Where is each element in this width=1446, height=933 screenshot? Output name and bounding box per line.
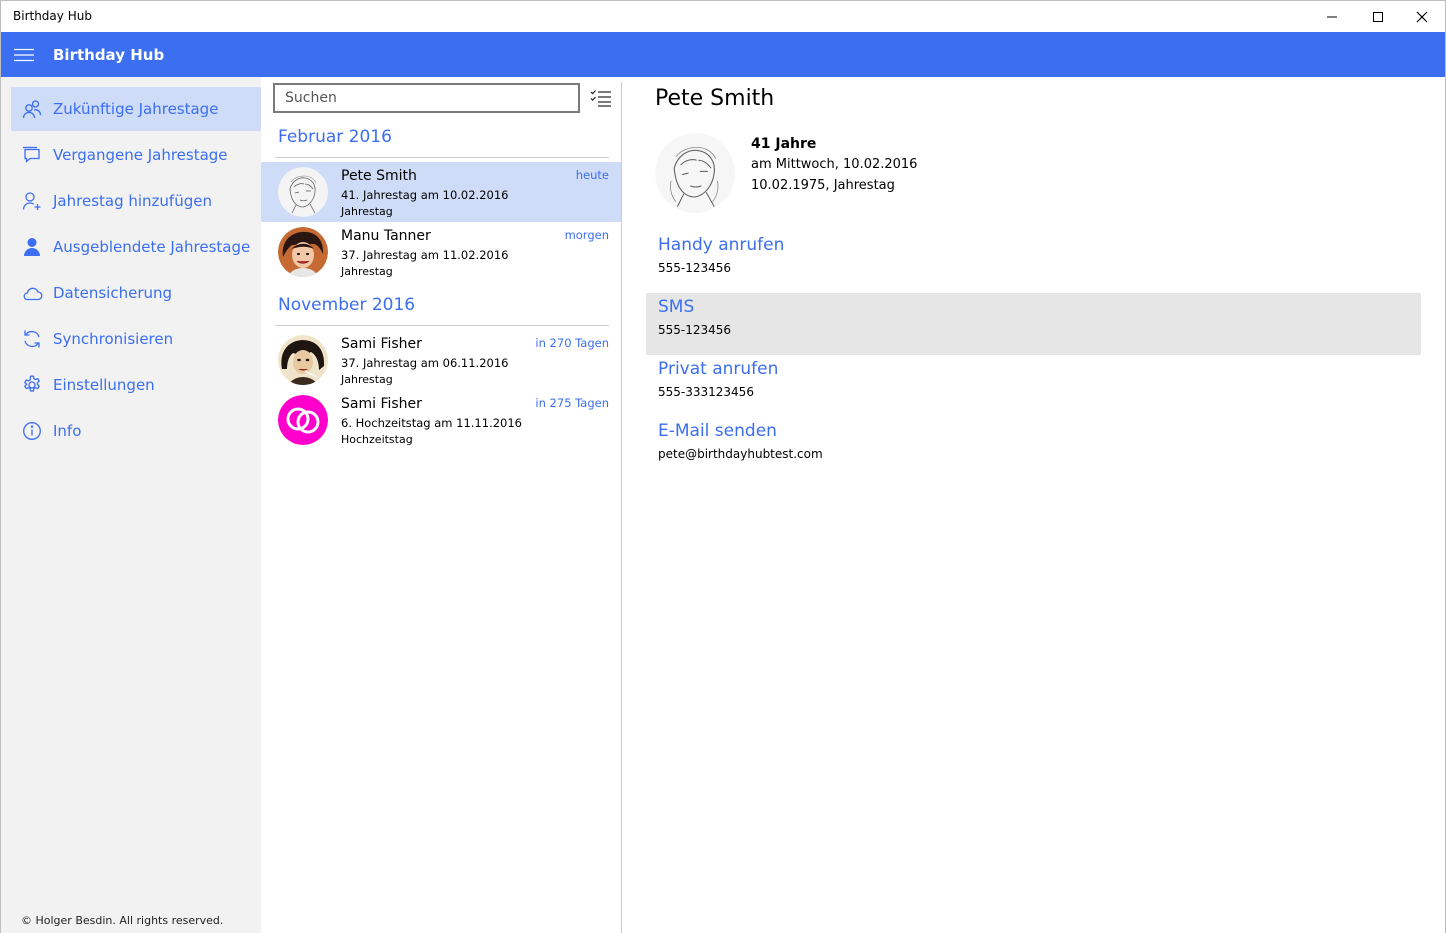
anniversary-type: Jahrestag	[341, 265, 393, 278]
contact-name: Pete Smith	[341, 168, 417, 184]
list-item[interactable]: Sami Fisher 37. Jahrestag am 06.11.2016 …	[261, 330, 621, 390]
send-email-action[interactable]: E-Mail senden pete@birthdayhubtest.com	[646, 417, 1421, 479]
close-button[interactable]	[1399, 1, 1445, 32]
copyright-text: © Holger Besdin. All rights reserved.	[21, 914, 224, 927]
gear-icon	[11, 375, 53, 395]
group-divider	[275, 325, 609, 326]
sync-icon	[11, 329, 53, 349]
anniversary-type: Hochzeitstag	[341, 433, 413, 446]
contact-name: Sami Fisher	[341, 336, 422, 352]
nav-item-label: Synchronisieren	[53, 330, 174, 348]
relative-date: morgen	[564, 228, 609, 242]
avatar	[278, 167, 328, 217]
anniversary-list-pane: Februar 2016 Pete Smith 41. Jahrestag am…	[261, 77, 621, 933]
navigation-pane: Zukünftige Jahrestage Vergangene Jahrest…	[1, 77, 261, 933]
action-value: 555-123456	[658, 261, 732, 275]
person-filled-icon	[11, 237, 53, 257]
nav-item-label: Einstellungen	[53, 376, 155, 394]
minimize-icon	[1327, 16, 1337, 17]
detail-avatar	[655, 133, 735, 213]
call-home-action[interactable]: Privat anrufen 555-333123456	[646, 355, 1421, 417]
relative-date: in 270 Tagen	[535, 336, 609, 350]
nav-item-info[interactable]: Info	[11, 409, 261, 453]
relative-date: in 275 Tagen	[535, 396, 609, 410]
nav-item-upcoming[interactable]: Zukünftige Jahrestage	[11, 87, 261, 131]
nav-item-label: Jahrestag hinzufügen	[53, 192, 212, 210]
list-item[interactable]: Sami Fisher 6. Hochzeitstag am 11.11.201…	[261, 390, 621, 450]
nav-item-settings[interactable]: Einstellungen	[11, 363, 261, 407]
add-person-icon	[11, 191, 53, 211]
window-titlebar: Birthday Hub	[0, 0, 1446, 32]
nav-item-add[interactable]: Jahrestag hinzufügen	[11, 179, 261, 223]
action-value: pete@birthdayhubtest.com	[658, 447, 823, 461]
sms-action[interactable]: SMS 555-123456	[646, 293, 1421, 355]
cloud-icon	[11, 284, 53, 302]
action-value: 555-123456	[658, 323, 732, 337]
anniversary-line: 6. Hochzeitstag am 11.11.2016	[341, 416, 522, 430]
chat-icon	[11, 145, 53, 165]
nav-item-label: Datensicherung	[53, 284, 173, 302]
call-mobile-action[interactable]: Handy anrufen 555-123456	[646, 231, 1421, 293]
maximize-icon	[1373, 11, 1383, 22]
window-title: Birthday Hub	[13, 9, 92, 23]
anniversary-type: Jahrestag	[341, 373, 393, 386]
group-divider	[275, 157, 609, 158]
group-header: November 2016	[278, 295, 416, 315]
anniversary-line: 37. Jahrestag am 11.02.2016	[341, 248, 509, 262]
nav-item-label: Ausgeblendete Jahrestage	[53, 238, 251, 256]
group-header: Februar 2016	[278, 127, 392, 147]
weekday-date: am Mittwoch, 10.02.2016	[751, 157, 918, 172]
nav-item-label: Info	[53, 422, 82, 440]
action-value: 555-333123456	[658, 385, 754, 399]
anniversary-line: 37. Jahrestag am 06.11.2016	[341, 356, 509, 370]
hamburger-menu-button[interactable]	[1, 32, 47, 77]
avatar	[278, 227, 328, 277]
list-item[interactable]: Pete Smith 41. Jahrestag am 10.02.2016 J…	[261, 162, 621, 222]
wedding-rings-icon	[278, 395, 328, 445]
avatar	[278, 335, 328, 385]
nav-item-hidden[interactable]: Ausgeblendete Jahrestage	[11, 225, 261, 269]
nav-item-sync[interactable]: Synchronisieren	[11, 317, 261, 361]
search-input[interactable]	[273, 83, 580, 113]
hamburger-icon	[14, 48, 34, 61]
anniversary-line: 41. Jahrestag am 10.02.2016	[341, 188, 509, 202]
detail-pane: Pete Smith 41 Jahre am Mittwoch, 10.02.2…	[622, 77, 1445, 933]
action-label: Handy anrufen	[658, 235, 785, 255]
contact-name: Sami Fisher	[341, 396, 422, 412]
action-label: Privat anrufen	[658, 359, 779, 379]
nav-item-past[interactable]: Vergangene Jahrestage	[11, 133, 261, 177]
relative-date: heute	[575, 168, 609, 182]
maximize-button[interactable]	[1355, 1, 1401, 32]
checklist-icon	[590, 90, 611, 107]
origin-date: 10.02.1975, Jahrestag	[751, 178, 895, 193]
app-title: Birthday Hub	[53, 46, 165, 64]
age-label: 41 Jahre	[751, 136, 817, 152]
app-header: Birthday Hub	[1, 32, 1445, 77]
close-icon	[1416, 11, 1428, 22]
info-icon	[11, 421, 53, 441]
nav-item-backup[interactable]: Datensicherung	[11, 271, 261, 315]
multi-select-button[interactable]	[589, 86, 613, 110]
anniversary-type: Jahrestag	[341, 205, 393, 218]
detail-name: Pete Smith	[655, 86, 775, 111]
contact-name: Manu Tanner	[341, 228, 431, 244]
action-label: E-Mail senden	[658, 421, 777, 441]
action-label: SMS	[658, 297, 695, 317]
minimize-button[interactable]	[1309, 1, 1355, 32]
people-icon	[11, 99, 53, 119]
list-item[interactable]: Manu Tanner 37. Jahrestag am 11.02.2016 …	[261, 222, 621, 282]
nav-item-label: Zukünftige Jahrestage	[53, 100, 219, 118]
nav-item-label: Vergangene Jahrestage	[53, 146, 228, 164]
